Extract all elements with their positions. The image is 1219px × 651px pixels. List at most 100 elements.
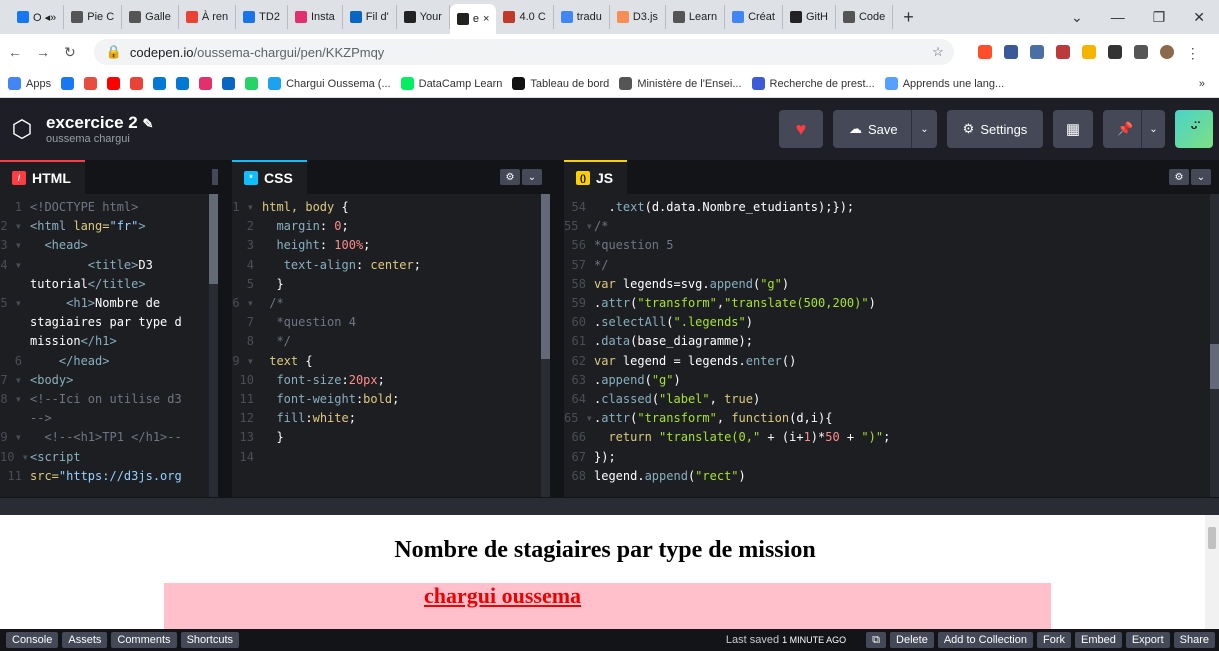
forward-icon[interactable]: → — [36, 44, 50, 60]
save-button[interactable]: ☁ Save ⌄ — [833, 110, 937, 148]
browser-tab[interactable]: TD2 — [236, 5, 288, 29]
extension-icon[interactable] — [977, 45, 992, 59]
pin-button[interactable]: 📌 ⌄ — [1103, 110, 1165, 148]
back-icon[interactable]: ← — [8, 44, 22, 60]
footer-button-assets[interactable]: Assets — [62, 632, 108, 648]
bookmark-item[interactable]: Recherche de prest... — [751, 77, 875, 90]
resize-divider[interactable] — [0, 497, 1219, 515]
html-scrollbar[interactable] — [209, 194, 218, 497]
url-field[interactable]: 🔒 codepen.io/oussema-chargui/pen/KKZPmqy… — [93, 39, 954, 65]
browser-tab[interactable]: Galle — [122, 5, 179, 29]
browser-tab[interactable]: Pie C — [64, 5, 123, 29]
footer-button-shortcuts[interactable]: Shortcuts — [180, 632, 240, 648]
browser-tab[interactable]: e × — [449, 4, 497, 34]
avatar[interactable]: ᵕ̈ — [1175, 110, 1213, 148]
css-code[interactable]: 1 ▾ html, body { 2 margin: 0; 3 height: 1… — [232, 194, 550, 467]
menu-icon[interactable]: ⋮ — [1186, 45, 1200, 61]
footer-button-add-to-collection[interactable]: Add to Collection — [937, 632, 1033, 648]
footer-button-delete[interactable]: Delete — [890, 632, 934, 648]
bookmark-item[interactable] — [107, 77, 121, 90]
profile-icon[interactable] — [1159, 45, 1174, 59]
sidebar-icon[interactable] — [1133, 45, 1148, 59]
bookmark-item[interactable] — [84, 77, 98, 90]
browser-tab[interactable]: Fil d' — [343, 5, 397, 29]
pane-settings-button[interactable] — [212, 169, 218, 185]
close-icon[interactable]: × — [483, 13, 489, 25]
settings-button[interactable]: ⚙ Settings — [947, 110, 1043, 148]
bookmark-item[interactable] — [222, 77, 236, 90]
bookmark-item[interactable]: Tableau de bord — [512, 77, 609, 90]
bookmark-item[interactable]: Apps — [8, 77, 51, 90]
footer-button-fork[interactable]: Fork — [1036, 632, 1071, 648]
chevron-down-icon[interactable]: ⌄ — [911, 110, 937, 148]
browser-tab[interactable]: D3.js — [610, 5, 666, 29]
tab-js[interactable]: () JS — [564, 160, 628, 194]
css-pane: * CSS ⚙ ⌄ 1 ▾ html, body { 2 margin: 0; 3 … — [232, 160, 550, 497]
bookmark-item[interactable]: Chargui Oussema (... — [268, 77, 391, 90]
pencil-icon[interactable]: ✎ — [142, 116, 153, 131]
bookmark-item[interactable] — [176, 77, 190, 90]
settings-label: Settings — [980, 121, 1028, 137]
extension-icon[interactable] — [1081, 45, 1096, 59]
browser-tab[interactable]: Learn — [666, 5, 726, 29]
bookmark-icon — [84, 77, 98, 90]
tab-favicon-icon — [616, 11, 629, 23]
footer-button-embed[interactable]: Embed — [1074, 632, 1122, 648]
browser-tab[interactable]: Créat — [725, 5, 783, 29]
chevron-down-icon[interactable]: ⌄ — [1071, 9, 1083, 26]
new-tab-button[interactable]: + — [893, 7, 924, 28]
footer-button-comments[interactable]: Comments — [111, 632, 177, 648]
chevron-down-icon[interactable]: ⌄ — [522, 169, 542, 185]
browser-tab[interactable]: 4.0 C — [496, 5, 554, 29]
bookmark-item[interactable]: Apprends une lang... — [884, 77, 1004, 90]
bookmark-item[interactable]: Ministère de l'Ensei... — [619, 77, 742, 90]
browser-tab[interactable]: tradu — [554, 5, 610, 29]
footer-button-console[interactable]: Console — [6, 632, 59, 648]
bookmarks-more-button[interactable]: » — [1199, 78, 1205, 90]
tab-label: 4.0 C — [519, 11, 546, 23]
gear-icon[interactable]: ⚙ — [1169, 169, 1189, 185]
footer-button-export[interactable]: Export — [1125, 632, 1170, 648]
browser-tab[interactable]: Code — [836, 5, 894, 29]
bookmark-item[interactable] — [130, 77, 144, 90]
tab-css[interactable]: * CSS — [232, 160, 307, 194]
tab-html[interactable]: / HTML — [0, 160, 85, 194]
tab-favicon-icon — [842, 11, 855, 23]
gear-icon[interactable]: ⚙ — [500, 169, 520, 185]
bookmark-item[interactable]: DataCamp Learn — [400, 77, 502, 90]
css-scrollbar[interactable] — [541, 194, 550, 497]
restore-icon[interactable]: ❐ — [1153, 9, 1166, 26]
browser-tab[interactable]: À ren — [179, 5, 237, 29]
heart-button[interactable]: ♥ — [779, 110, 823, 148]
extension-icon[interactable] — [1003, 45, 1018, 59]
reload-icon[interactable]: ↻ — [64, 44, 76, 61]
browser-tab[interactable]: Your — [397, 5, 450, 29]
bookmark-item[interactable] — [245, 77, 259, 90]
star-icon[interactable]: ☆ — [932, 44, 944, 60]
js-scrollbar[interactable] — [1210, 194, 1219, 497]
minimize-icon[interactable]: — — [1111, 9, 1125, 26]
bookmark-icon — [130, 77, 144, 90]
codepen-logo-icon[interactable]: ⬡ — [2, 115, 42, 144]
footer-button-share[interactable]: Share — [1173, 632, 1215, 648]
browser-tab[interactable]: O ◂» — [10, 5, 65, 29]
pen-title[interactable]: excercice 2 — [46, 113, 138, 132]
bookmark-item[interactable] — [61, 77, 75, 90]
chevron-down-icon[interactable]: ⌄ — [1141, 110, 1165, 148]
browser-tab[interactable]: Insta — [288, 5, 343, 29]
bookmark-item[interactable] — [199, 77, 213, 90]
chevron-down-icon[interactable]: ⌄ — [1191, 169, 1211, 185]
browser-tab[interactable]: GitH — [783, 5, 836, 29]
js-code[interactable]: 54 .text(d.data.Nombre_etudiants);}); 55… — [564, 194, 1219, 486]
layout-button[interactable]: ▦ — [1053, 110, 1093, 148]
puzzle-icon[interactable] — [1107, 45, 1122, 59]
pen-author[interactable]: oussema chargui — [46, 133, 153, 145]
extension-icon[interactable] — [1029, 45, 1044, 59]
tab-favicon-icon — [732, 11, 745, 23]
external-link-icon[interactable]: ⧉ — [866, 632, 887, 648]
close-icon[interactable]: ✕ — [1193, 9, 1205, 26]
bookmark-item[interactable] — [153, 77, 167, 90]
html-code[interactable]: 1 <!DOCTYPE html> 2 ▾ <html lang="fr"> 3 ▾… — [0, 194, 218, 486]
extension-icon[interactable] — [1055, 45, 1070, 59]
preview-scrollbar[interactable] — [1205, 515, 1219, 629]
